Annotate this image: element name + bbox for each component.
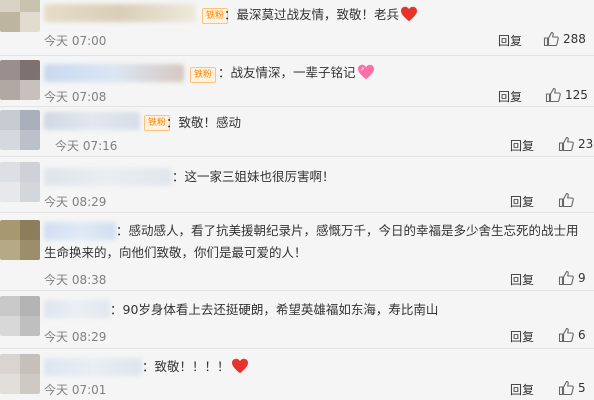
thumbs-up-icon: [558, 380, 574, 396]
divider: [0, 156, 594, 157]
like-count: 23: [578, 137, 594, 151]
comment-time: 今天 07:08: [44, 90, 107, 104]
like-button[interactable]: 125: [545, 87, 588, 103]
thumbs-up-icon: [558, 270, 574, 286]
thumbs-up-icon: [543, 31, 559, 47]
reply-button[interactable]: 回复: [510, 381, 534, 398]
thumbs-up-icon: [545, 87, 561, 103]
like-button[interactable]: 6: [558, 327, 586, 343]
thumbs-up-icon: [558, 327, 574, 343]
like-count: 288: [563, 32, 586, 46]
comment-time: 今天 08:38: [44, 273, 107, 287]
red-heart-icon: [231, 358, 248, 374]
divider: [0, 348, 594, 349]
comment-item: ：致敬！！！！ 今天 07:01 回复 5: [0, 352, 594, 400]
like-count: 125: [565, 88, 588, 102]
like-count: 9: [578, 271, 586, 285]
comment-time: 今天 08:29: [44, 330, 107, 344]
thumbs-up-icon: [558, 192, 574, 208]
comment-text: ：致敬！！！！: [142, 356, 249, 378]
username[interactable]: [44, 300, 110, 318]
username[interactable]: [44, 64, 184, 82]
comment-list: 铁粉 ：最深莫过战友情，致敬！老兵 今天 07:00 回复 288 铁粉 ：战友…: [0, 0, 594, 400]
like-count: 5: [578, 381, 586, 395]
username[interactable]: [44, 4, 196, 22]
avatar[interactable]: [0, 110, 40, 150]
comment-time: 今天 08:29: [44, 195, 107, 209]
comment-item: 铁粉 ：战友情深，一辈子铭记 今天 07:08 回复 125: [0, 60, 594, 108]
like-button[interactable]: 23: [558, 136, 593, 152]
avatar[interactable]: [0, 296, 40, 336]
like-button[interactable]: 5: [558, 380, 586, 396]
comment-text: ：90岁身体看上去还挺硬朗，希望英雄福如东海，寿比南山: [110, 302, 439, 317]
avatar[interactable]: [0, 220, 40, 260]
reply-button[interactable]: 回复: [498, 32, 522, 49]
comment-text: ：最深莫过战友情，致敬！老兵: [224, 4, 418, 26]
reply-button[interactable]: 回复: [510, 328, 534, 345]
divider: [0, 290, 594, 291]
comment-time: 今天 07:16: [55, 139, 118, 153]
reply-button[interactable]: 回复: [510, 193, 534, 210]
like-button[interactable]: 9: [558, 270, 586, 286]
username[interactable]: [44, 168, 172, 186]
pink-heart-icon: [357, 64, 374, 80]
comment-item: ：感动感人，看了抗美援朝纪录片，感慨万千，今日的幸福是多少舍生忘死的战士用生命换…: [0, 218, 594, 288]
comment-text: ：致敬！感动: [166, 115, 242, 130]
reply-button[interactable]: 回复: [510, 137, 534, 154]
red-heart-icon: [401, 6, 418, 22]
comment-item: ：这一家三姐妹也很厉害啊！ 今天 08:29 回复: [0, 160, 594, 210]
comment-item: ：90岁身体看上去还挺硬朗，希望英雄福如东海，寿比南山 今天 08:29 回复 …: [0, 296, 594, 346]
comment-time: 今天 07:00: [44, 34, 107, 48]
thumbs-up-icon: [558, 136, 574, 152]
username[interactable]: [44, 358, 142, 376]
reply-button[interactable]: 回复: [498, 88, 522, 105]
comment-text: ：感动感人，看了抗美援朝纪录片，感慨万千，今日的幸福是多少舍生忘死的战士用生命换…: [44, 223, 579, 260]
divider: [0, 212, 594, 213]
like-button[interactable]: [558, 192, 578, 208]
avatar[interactable]: [0, 354, 40, 394]
avatar[interactable]: [0, 162, 40, 202]
divider: [0, 106, 594, 107]
username[interactable]: [44, 112, 140, 130]
comment-time: 今天 07:01: [44, 383, 107, 397]
comment-text: ：战友情深，一辈子铭记: [218, 62, 375, 84]
comment-item: 铁粉 ：致敬！感动 今天 07:16 回复 23: [0, 108, 594, 156]
divider: [0, 55, 594, 56]
reply-button[interactable]: 回复: [510, 271, 534, 288]
comment-item: 铁粉 ：最深莫过战友情，致敬！老兵 今天 07:00 回复 288: [0, 0, 594, 50]
avatar[interactable]: [0, 60, 40, 100]
avatar[interactable]: [0, 0, 40, 32]
comment-text: ：这一家三姐妹也很厉害啊！: [172, 169, 335, 184]
fan-badge: 铁粉: [190, 67, 217, 83]
like-button[interactable]: 288: [543, 31, 586, 47]
like-count: 6: [578, 328, 586, 342]
